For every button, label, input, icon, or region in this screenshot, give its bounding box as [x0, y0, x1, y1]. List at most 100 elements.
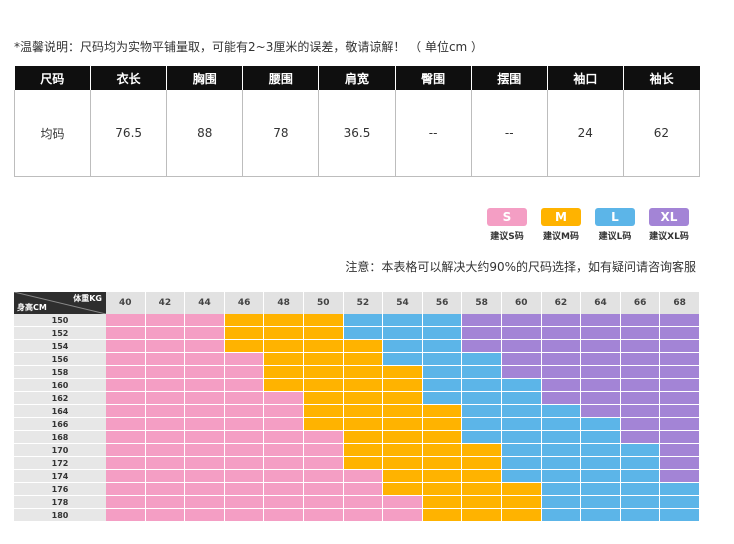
size-cell	[502, 379, 542, 392]
size-cell	[106, 353, 146, 366]
legend-label: 建议XL码	[649, 232, 689, 242]
size-cell	[422, 327, 463, 340]
size-cell	[462, 353, 502, 366]
spec-cell: 76.5	[90, 90, 168, 177]
size-cell	[383, 457, 423, 470]
spec-header-cell: 袖长	[623, 66, 700, 90]
weight-header-cell: 52	[343, 292, 384, 314]
size-cell	[343, 418, 384, 431]
size-cell	[620, 405, 661, 418]
size-cell	[343, 496, 384, 509]
size-cell	[383, 366, 423, 379]
size-cell	[383, 418, 423, 431]
size-cell	[660, 327, 700, 340]
size-cell	[581, 327, 621, 340]
size-cell	[502, 444, 542, 457]
legend-swatch: S	[487, 208, 527, 226]
spec-header-cell: 臀围	[395, 66, 472, 90]
size-cell	[145, 496, 186, 509]
size-spec-table: 尺码 衣长 胸围 腰围 肩宽 臀围 摆围 袖口 袖长 均码 76.5 88 78 36.5 -- -- 24 6…	[13, 66, 701, 177]
size-cell	[343, 444, 384, 457]
notice-mid: 注意：本表格可以解决大约90%的尺码选择，如有疑问请咨询客服	[345, 260, 696, 274]
size-legend: S 建议S码 M 建议M码 L 建议L码 XL 建议XL码	[480, 206, 696, 242]
spec-cell: 24	[547, 90, 624, 177]
size-cell	[304, 353, 344, 366]
size-cell	[185, 353, 225, 366]
legend-item-l: L 建议L码	[588, 206, 642, 242]
size-cell	[462, 418, 502, 431]
size-cell	[462, 509, 502, 522]
size-cell	[224, 353, 265, 366]
size-cell	[185, 392, 225, 405]
size-cell	[264, 327, 304, 340]
size-cell	[660, 340, 700, 353]
size-cell	[620, 353, 661, 366]
size-cell	[224, 340, 265, 353]
size-cell	[422, 340, 463, 353]
size-cell	[383, 340, 423, 353]
size-cell	[185, 496, 225, 509]
size-cell	[264, 314, 304, 327]
weight-axis-label: 体重KG	[73, 294, 102, 303]
size-cell	[502, 405, 542, 418]
size-cell	[462, 314, 502, 327]
size-cell	[106, 379, 146, 392]
size-cell	[620, 496, 661, 509]
size-cell	[541, 483, 582, 496]
weight-header-cell: 56	[422, 292, 463, 314]
size-cell	[581, 379, 621, 392]
size-cell	[581, 431, 621, 444]
size-cell	[422, 353, 463, 366]
size-cell	[620, 431, 661, 444]
size-cell	[502, 314, 542, 327]
size-cell	[660, 418, 700, 431]
size-cell	[660, 379, 700, 392]
size-cell	[660, 457, 700, 470]
height-header-cell: 170	[14, 444, 106, 457]
size-cell	[224, 483, 265, 496]
size-cell	[581, 366, 621, 379]
size-cell	[422, 418, 463, 431]
size-cell	[343, 392, 384, 405]
size-cell	[106, 457, 146, 470]
size-cell	[581, 418, 621, 431]
size-cell	[422, 379, 463, 392]
size-cell	[185, 366, 225, 379]
height-header-cell: 180	[14, 509, 106, 522]
legend-label: 建议M码	[543, 232, 579, 242]
size-cell	[343, 509, 384, 522]
size-cell	[541, 366, 582, 379]
weight-header-cell: 58	[462, 292, 502, 314]
weight-header-cell: 54	[383, 292, 423, 314]
size-cell	[145, 457, 186, 470]
height-header-cell: 172	[14, 457, 106, 470]
size-cell	[422, 366, 463, 379]
spec-cell: 88	[166, 90, 244, 177]
size-cell	[502, 457, 542, 470]
weight-header-cell: 46	[224, 292, 265, 314]
weight-header-cell: 48	[264, 292, 304, 314]
size-cell	[304, 340, 344, 353]
size-cell	[185, 418, 225, 431]
size-cell	[383, 444, 423, 457]
size-cell	[620, 327, 661, 340]
size-cell	[304, 392, 344, 405]
size-cell	[502, 470, 542, 483]
size-cell	[660, 353, 700, 366]
size-cell	[224, 509, 265, 522]
size-cell	[304, 405, 344, 418]
size-cell	[541, 405, 582, 418]
size-cell	[541, 392, 582, 405]
weight-header-cell: 50	[304, 292, 344, 314]
spec-header-row: 尺码 衣长 胸围 腰围 肩宽 臀围 摆围 袖口 袖长	[14, 66, 700, 90]
size-cell	[581, 496, 621, 509]
size-cell	[462, 340, 502, 353]
size-cell	[581, 470, 621, 483]
weight-header-cell: 68	[660, 292, 700, 314]
size-cell	[502, 418, 542, 431]
size-cell	[620, 379, 661, 392]
weight-header-cell: 66	[620, 292, 661, 314]
size-cell	[304, 327, 344, 340]
size-cell	[264, 509, 304, 522]
size-cell	[462, 405, 502, 418]
